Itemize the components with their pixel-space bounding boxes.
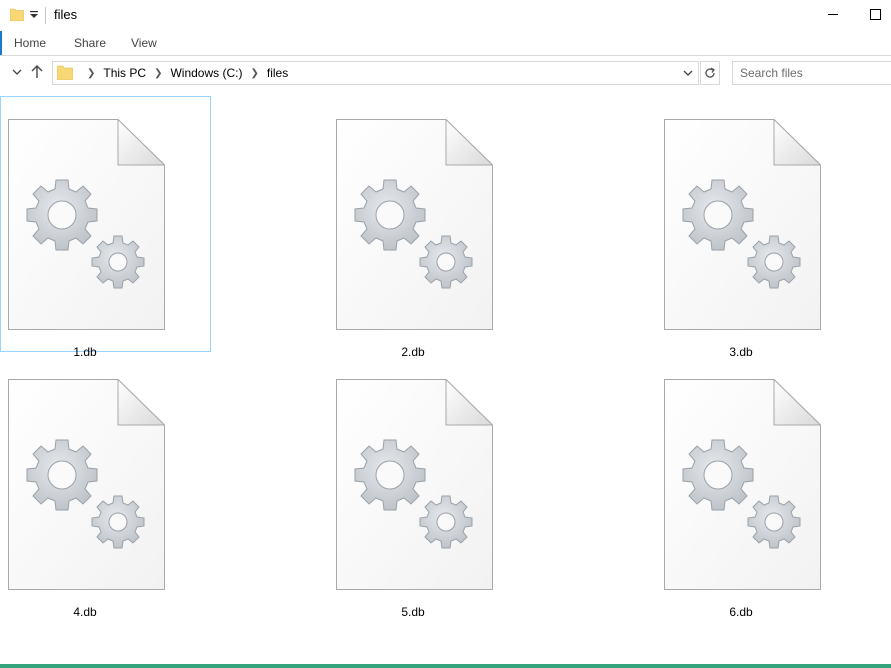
folder-icon xyxy=(57,65,73,80)
file-item-6[interactable]: 6.db xyxy=(656,356,872,619)
file-item-2[interactable]: 2.db xyxy=(328,96,544,359)
breadcrumb-files[interactable]: files xyxy=(267,66,288,80)
address-bar[interactable]: ❯ This PC ❯ Windows (C:) ❯ files xyxy=(52,61,699,85)
file-name: 6.db xyxy=(729,605,753,619)
navigation-row: ❯ This PC ❯ Windows (C:) ❯ files Search … xyxy=(0,56,891,88)
breadcrumb-windows-c[interactable]: Windows (C:) xyxy=(170,66,242,80)
refresh-icon[interactable] xyxy=(700,61,720,85)
title-separator xyxy=(45,7,46,24)
up-arrow-icon[interactable] xyxy=(28,63,46,81)
title-bar: files xyxy=(0,0,891,31)
recent-locations-chevron-icon[interactable] xyxy=(8,63,26,81)
file-item-3[interactable]: 3.db xyxy=(656,96,872,359)
ribbon-tabs: Home Share View xyxy=(0,31,891,56)
search-input[interactable]: Search files xyxy=(732,61,891,85)
db-file-gears-icon xyxy=(8,379,165,590)
file-name: 4.db xyxy=(73,605,97,619)
tab-home[interactable]: Home xyxy=(0,31,58,55)
breadcrumb-this-pc[interactable]: This PC xyxy=(103,66,146,80)
breadcrumb-chevron-icon[interactable]: ❯ xyxy=(87,68,95,79)
quick-access-dropdown-icon[interactable] xyxy=(28,9,40,21)
breadcrumb-chevron-icon[interactable]: ❯ xyxy=(154,68,162,79)
breadcrumb-chevron-icon[interactable]: ❯ xyxy=(250,68,258,79)
db-file-gears-icon xyxy=(336,119,493,330)
minimize-icon[interactable] xyxy=(826,6,840,22)
window-title: files xyxy=(54,7,78,22)
file-view: 1.db 2.db 3.db 4.db 5.db 6.db xyxy=(0,89,891,664)
search-placeholder: Search files xyxy=(740,66,803,80)
maximize-icon[interactable] xyxy=(869,6,883,22)
file-name: 5.db xyxy=(401,605,425,619)
address-dropdown-icon[interactable] xyxy=(682,66,694,80)
folder-icon xyxy=(10,8,24,21)
tab-share[interactable]: Share xyxy=(74,31,106,55)
db-file-gears-icon xyxy=(664,119,821,330)
tab-view[interactable]: View xyxy=(131,31,157,55)
breadcrumb: ❯ This PC ❯ Windows (C:) ❯ files xyxy=(79,62,288,84)
file-item-4[interactable]: 4.db xyxy=(0,356,216,619)
db-file-gears-icon xyxy=(336,379,493,590)
db-file-gears-icon xyxy=(664,379,821,590)
file-item-1[interactable]: 1.db xyxy=(0,96,216,359)
db-file-gears-icon xyxy=(8,119,165,330)
status-strip xyxy=(0,664,891,668)
file-item-5[interactable]: 5.db xyxy=(328,356,544,619)
